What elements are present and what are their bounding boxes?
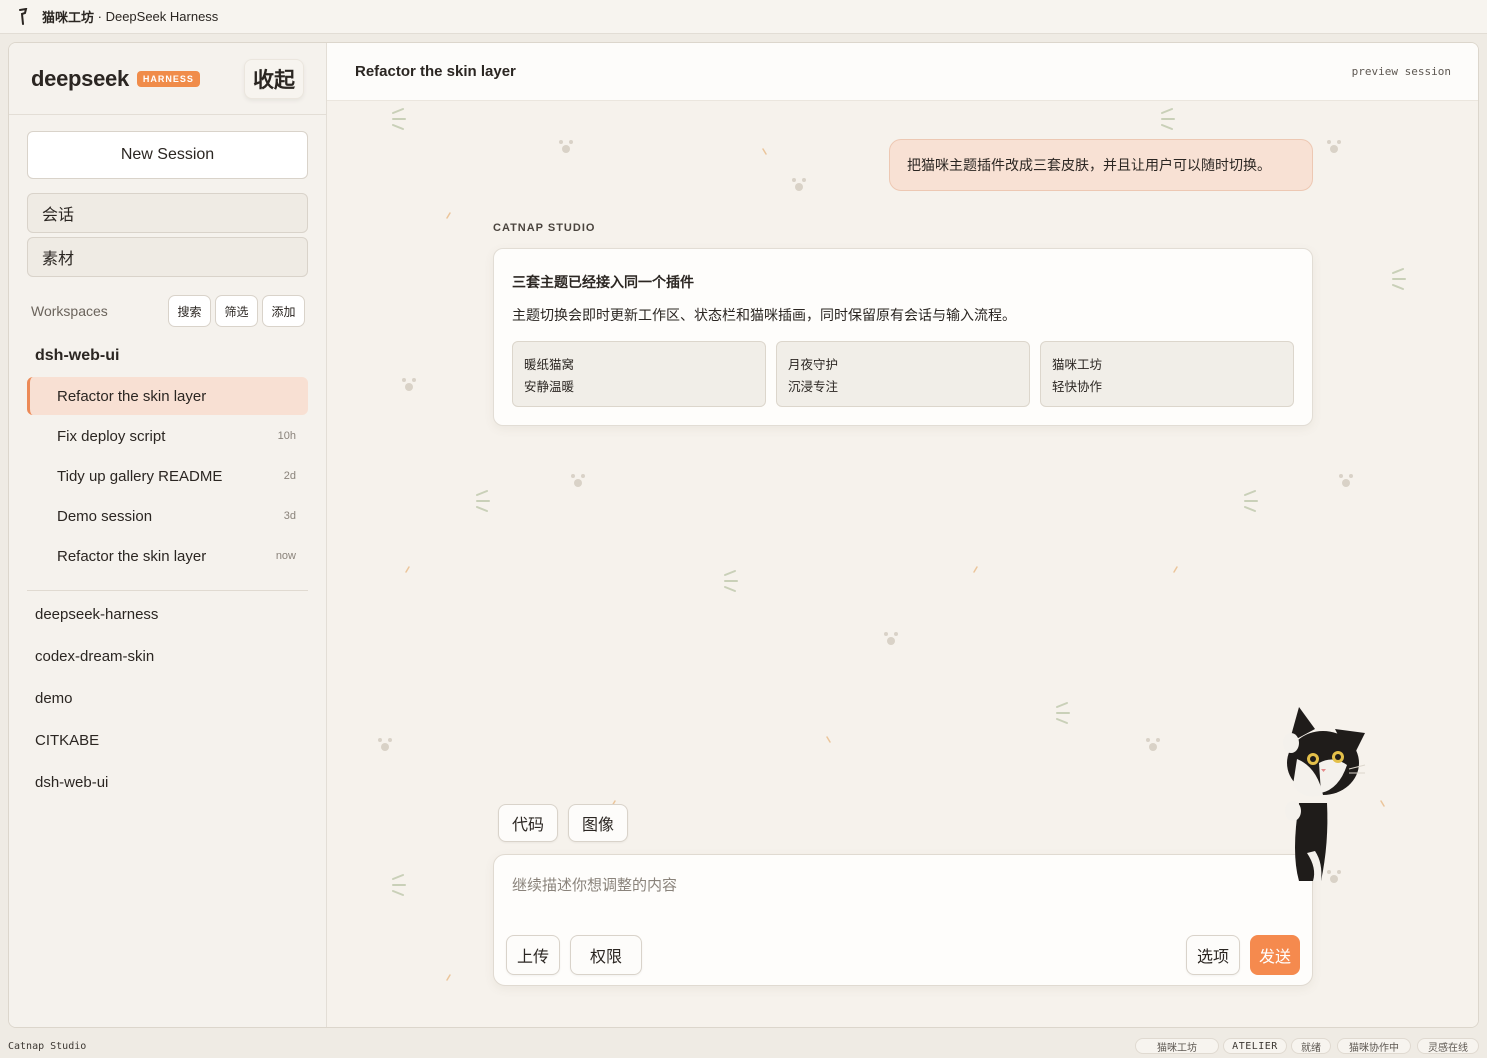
- send-button[interactable]: 发送: [1250, 935, 1300, 975]
- session-age: now: [275, 550, 296, 562]
- workspace-search-button[interactable]: 搜索: [168, 295, 211, 327]
- session-title: Refactor the skin layer: [57, 387, 207, 405]
- paw-print-icon: [378, 738, 392, 751]
- theme-desc: 沉浸专注: [788, 380, 839, 394]
- preview-session-tag: preview session: [1351, 65, 1451, 78]
- status-theme-pill: 猫咪工坊: [1135, 1038, 1219, 1054]
- paw-print-icon: [559, 140, 573, 153]
- collapse-sidebar-button[interactable]: 收起: [244, 59, 304, 99]
- workspace-filter-button[interactable]: 筛选: [215, 295, 258, 327]
- session-title: Refactor the skin layer: [57, 547, 207, 565]
- active-workspace-title[interactable]: dsh-web-ui: [35, 347, 119, 365]
- nav-assets[interactable]: 素材: [27, 237, 308, 277]
- sidebar-divider: [27, 590, 308, 591]
- upload-button[interactable]: 上传: [506, 935, 561, 975]
- paw-print-icon: [571, 474, 585, 487]
- app-name: 猫咪工坊: [42, 10, 95, 25]
- paw-print-icon: [1339, 474, 1353, 487]
- session-title: Fix deploy script: [57, 427, 166, 445]
- workspace-item[interactable]: codex-dream-skin: [35, 648, 154, 665]
- session-item[interactable]: Refactor the skin layer now: [27, 537, 308, 575]
- mode-image-button[interactable]: 图像: [568, 804, 629, 842]
- app-subtitle: DeepSeek Harness: [105, 9, 219, 24]
- reply-title: 三套主题已经接入同一个插件: [512, 274, 694, 290]
- assistant-name-label: CATNAP STUDIO: [493, 222, 596, 234]
- options-button[interactable]: 选项: [1186, 935, 1241, 975]
- sidebar-header: deepseek HARNESS 收起: [9, 43, 326, 115]
- composer: 上传 权限 选项 发送: [493, 854, 1313, 986]
- session-title-heading: Refactor the skin layer: [355, 63, 516, 80]
- logo: deepseek: [31, 65, 129, 91]
- session-age: 2d: [283, 470, 296, 482]
- workspace-item[interactable]: deepseek-harness: [35, 606, 158, 623]
- reply-body: 主题切换会即时更新工作区、状态栏和猫咪插画，同时保留原有会话与输入流程。: [512, 307, 1016, 323]
- status-online-pill: 灵感在线: [1417, 1038, 1479, 1054]
- theme-name: 暖纸猫窝: [524, 358, 575, 372]
- paw-print-icon: [884, 632, 898, 645]
- new-session-button[interactable]: New Session: [27, 131, 308, 179]
- app-cat-icon: [19, 7, 28, 25]
- paw-print-icon: [1327, 140, 1341, 153]
- theme-name: 猫咪工坊: [1052, 358, 1103, 372]
- window-titlebar: 猫咪工坊 · DeepSeek Harness: [0, 0, 1487, 34]
- status-ready-pill: 就绪: [1291, 1038, 1331, 1054]
- status-app-name: Catnap Studio: [8, 1040, 87, 1052]
- workspace-item[interactable]: CITKABE: [35, 732, 99, 749]
- status-atelier-pill: ATELIER: [1223, 1038, 1287, 1054]
- status-bar: Catnap Studio 猫咪工坊 ATELIER 就绪 猫咪协作中 灵感在线: [0, 1034, 1487, 1058]
- theme-tile-cat-workshop[interactable]: 猫咪工坊 轻快协作: [1040, 341, 1294, 407]
- user-message-bubble: 把猫咪主题插件改成三套皮肤，并且让用户可以随时切换。: [889, 139, 1313, 191]
- mode-code-button[interactable]: 代码: [498, 804, 559, 842]
- session-title: Demo session: [57, 507, 153, 525]
- theme-desc: 安静温暖: [524, 380, 575, 394]
- main-panel: Refactor the skin layer preview session: [327, 43, 1478, 1027]
- tuxedo-cat-illustration: [1283, 707, 1366, 881]
- workspace-item[interactable]: dsh-web-ui: [35, 774, 108, 791]
- permissions-button[interactable]: 权限: [570, 935, 642, 975]
- sidebar: deepseek HARNESS 收起 New Session 会话 素材 Wo…: [9, 43, 327, 1027]
- session-item[interactable]: Fix deploy script 10h: [27, 417, 308, 455]
- status-collab-pill: 猫咪协作中: [1337, 1038, 1411, 1054]
- session-item[interactable]: Demo session 3d: [27, 497, 308, 535]
- theme-tile-warm-paper[interactable]: 暖纸猫窝 安静温暖: [512, 341, 766, 407]
- workspace-add-button[interactable]: 添加: [262, 295, 305, 327]
- paw-print-icon: [402, 378, 416, 391]
- session-age: 10h: [277, 430, 296, 442]
- workspace-item[interactable]: demo: [35, 690, 73, 707]
- theme-name: 月夜守护: [788, 358, 839, 372]
- logo-badge: HARNESS: [136, 70, 200, 87]
- main-header: Refactor the skin layer preview session: [327, 43, 1478, 101]
- paw-print-icon: [1146, 738, 1160, 751]
- paw-print-icon: [792, 178, 806, 191]
- session-item[interactable]: Refactor the skin layer: [27, 377, 308, 415]
- composer-input[interactable]: [512, 873, 1212, 897]
- session-title: Tidy up gallery README: [57, 467, 223, 485]
- app-window: deepseek HARNESS 收起 New Session 会话 素材 Wo…: [8, 42, 1479, 1028]
- theme-tile-moon-night[interactable]: 月夜守护 沉浸专注: [776, 341, 1030, 407]
- theme-desc: 轻快协作: [1052, 380, 1103, 394]
- assistant-reply-card: 三套主题已经接入同一个插件 主题切换会即时更新工作区、状态栏和猫咪插画，同时保留…: [493, 248, 1313, 426]
- title-separator: ·: [94, 9, 106, 24]
- session-age: 3d: [283, 510, 296, 522]
- workspaces-label: Workspaces: [31, 303, 108, 319]
- nav-sessions[interactable]: 会话: [27, 193, 308, 233]
- session-item[interactable]: Tidy up gallery README 2d: [27, 457, 308, 495]
